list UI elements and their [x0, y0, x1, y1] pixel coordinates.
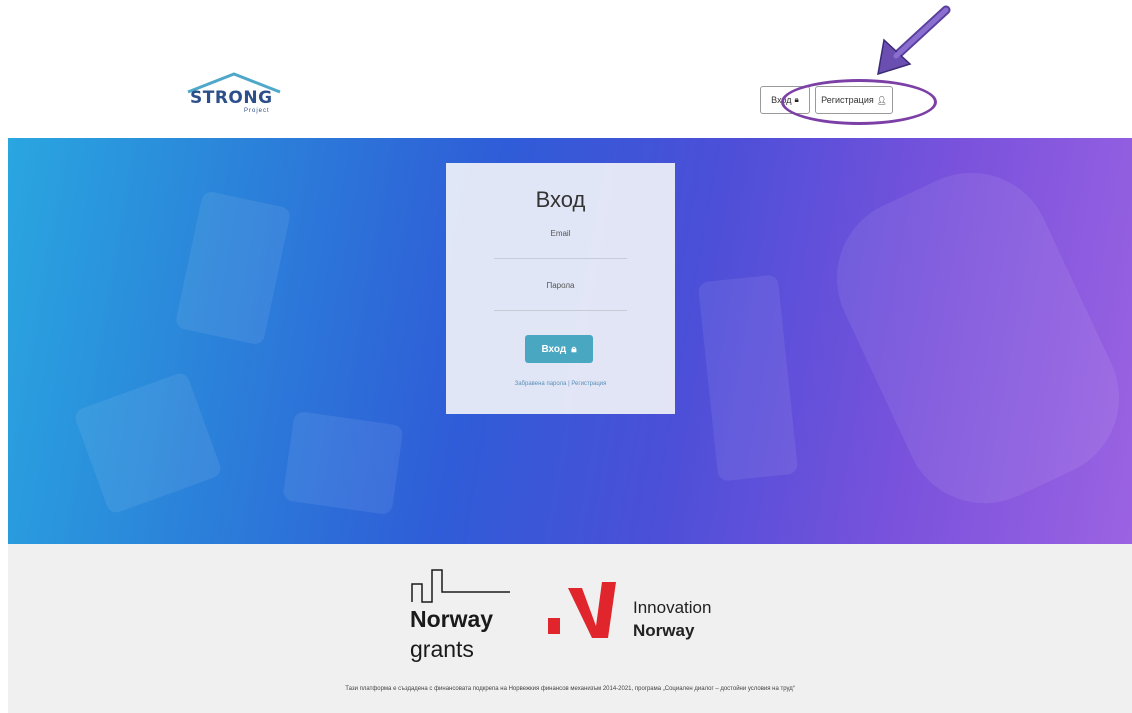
password-field[interactable] — [494, 297, 627, 311]
card-links: Забравена парола | Регистрация — [446, 381, 675, 387]
lock-icon: 🔒︎ — [571, 343, 577, 355]
innovation-norway-icon — [548, 582, 616, 638]
hand-shape — [810, 146, 1132, 530]
puzzle-shape — [72, 370, 224, 516]
puzzle-shape — [174, 190, 292, 346]
email-label: Email — [550, 229, 571, 238]
nav-login-button[interactable]: Вход 🔒︎ — [760, 86, 810, 114]
login-submit-label: Вход — [541, 343, 567, 355]
puzzle-shape — [282, 410, 404, 516]
page: STRONG Project Вход 🔒︎ Регистрация 👤︎ Вх… — [0, 0, 1132, 713]
lock-icon: 🔒︎ — [794, 95, 799, 104]
footer-funding-text: Тази платформа е създадена с финансовата… — [345, 686, 795, 692]
password-label: Парола — [546, 281, 575, 290]
forgot-password-link[interactable]: Забравена парола — [515, 381, 567, 387]
login-submit-button[interactable]: Вход 🔒︎ — [525, 335, 593, 363]
logo-subtext: Project — [244, 108, 270, 114]
email-field[interactable] — [494, 245, 627, 259]
norway-grants-subtitle: grants — [410, 636, 474, 662]
innovation-norway-subtitle: Norway — [633, 621, 695, 640]
nav-register-button[interactable]: Регистрация 👤︎ — [815, 86, 893, 114]
register-link[interactable]: Регистрация — [571, 381, 606, 387]
annotation-arrow-icon — [877, 5, 951, 76]
footer: Norway grants Innovation Norway Тази пла… — [8, 544, 1132, 713]
nav-login-label: Вход — [771, 95, 792, 105]
login-card: Вход Email Парола Вход 🔒︎ Забравена паро… — [446, 163, 675, 414]
norway-grants-title: Norway — [410, 606, 494, 632]
header: STRONG Project Вход 🔒︎ Регистрация 👤︎ — [0, 0, 1132, 138]
innovation-norway-title: Innovation — [633, 598, 712, 617]
login-title: Вход — [535, 187, 586, 212]
user-plus-icon: 👤︎ — [876, 95, 887, 105]
logo-text: STRONG — [190, 88, 273, 108]
strong-logo[interactable]: STRONG Project — [186, 72, 282, 122]
puzzle-shape — [697, 274, 799, 482]
nav-register-label: Регистрация — [821, 95, 874, 105]
